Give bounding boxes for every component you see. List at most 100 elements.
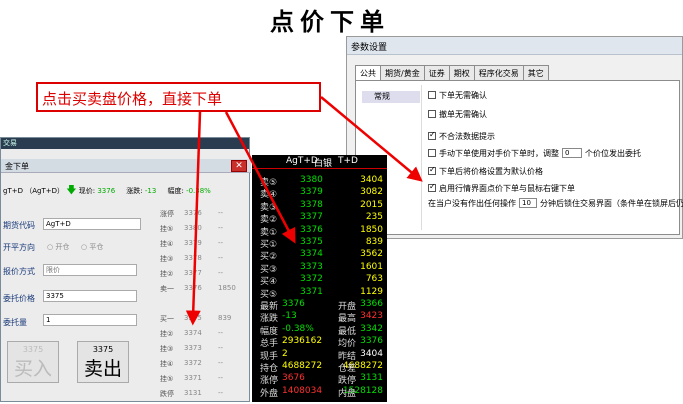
down-arrow-icon: 🡇 <box>66 185 77 196</box>
checkbox-set-default-price[interactable] <box>428 165 436 175</box>
order-book-cell: 挂⑤ <box>160 375 174 383</box>
quote-cell: 3376 <box>360 336 383 347</box>
order-book-row[interactable]: 挂④ 3379 -- <box>160 239 250 254</box>
order-book-row[interactable]: 卖一 3376 1850 <box>160 284 250 299</box>
quote-cell: 买⑤ <box>260 289 278 300</box>
option-counterparty-adjust[interactable]: 手动下单使用对手价下单时，调整 0 个价位发出委托 <box>428 147 641 159</box>
checkbox-counterparty-adjust[interactable] <box>428 149 436 157</box>
buy-button[interactable]: 3375 买入 <box>7 341 59 383</box>
quote-row[interactable]: 卖① 3376 1850 <box>252 224 387 238</box>
order-book-row[interactable]: 挂⑤ 3371 -- <box>160 374 250 389</box>
tab-options[interactable]: 期权 <box>448 65 475 80</box>
option-no-confirm-cancel[interactable]: 撤单无需确认 <box>428 108 487 120</box>
tab-other[interactable]: 其它 <box>522 65 549 80</box>
option-no-confirm-order[interactable]: 下单无需确认 <box>428 89 487 101</box>
order-book-row[interactable]: 买一 3375 839 <box>160 314 250 329</box>
quote-cell-label: 仓差 <box>338 364 357 374</box>
quote-cell: 2936162 <box>282 336 323 347</box>
quote-cell: 3376 <box>300 224 323 235</box>
direction-label: 开平方向 <box>3 243 35 252</box>
quote-row[interactable]: 买② 3374 3562 <box>252 249 387 262</box>
order-book-cell: -- <box>218 359 224 367</box>
tab-securities[interactable]: 证券 <box>423 65 450 80</box>
option-set-default-price[interactable]: 下单后将价格设置为默认价格 <box>428 165 543 177</box>
quote-row[interactable]: 卖② 3377 235 <box>252 212 387 225</box>
quote-row[interactable]: 卖⑤ 3380 3404 <box>252 175 387 188</box>
quote-panel: AgT+D 白银 T+D 卖⑤ 3380 3404 卖④ 3379 3082 卖③ 3378 2… <box>252 155 387 402</box>
tab-programmatic[interactable]: 程序化交易 <box>473 65 524 80</box>
order-book-cell: 3375 <box>184 314 202 322</box>
quote-cell-label: 昨结 <box>338 351 357 362</box>
quote-market: T+D <box>338 156 358 166</box>
order-book-row[interactable]: 挂④ 3372 -- <box>160 359 250 374</box>
quote-cell: 3377 <box>300 212 323 223</box>
quote-row[interactable]: 涨跌 -13 3423 最高 <box>252 311 387 325</box>
checkbox-invalid-data-hint[interactable] <box>428 130 436 140</box>
quote-cell: 1850 <box>360 224 383 235</box>
quote-cell: 3379 <box>300 187 323 198</box>
order-book-cell <box>218 299 248 314</box>
quote-row[interactable]: 持仓 4688272 4688272 仓差 <box>252 361 387 374</box>
order-book-cell: 3374 <box>184 329 202 337</box>
option-click-price-order[interactable]: 启用行情界面点价下单与鼠标右键下单 <box>428 182 575 194</box>
quote-cell: 涨跌 <box>260 314 279 325</box>
quote-cell: 3366 <box>360 299 383 309</box>
option-invalid-data-hint[interactable]: 不合法数据提示 <box>428 130 495 142</box>
checkbox-no-confirm-order[interactable] <box>428 91 436 99</box>
quote-row[interactable]: 买⑤ 3371 1129 <box>252 287 387 300</box>
quote-row[interactable]: 外盘 1408034 1528128 内盘 <box>252 386 387 399</box>
order-book-cell: 挂④ <box>160 360 174 368</box>
quote-cell-label: 均价 <box>338 339 357 350</box>
tab-public[interactable]: 公共 <box>355 65 381 81</box>
sell-label: 卖出 <box>83 358 122 380</box>
order-window-title: 金下单 <box>1 159 251 173</box>
order-book-cell: 3371 <box>184 374 202 382</box>
order-book-row[interactable] <box>160 299 250 314</box>
quote-row[interactable]: 现手 2 3404 昨结 <box>252 349 387 362</box>
quote-cell: 763 <box>365 274 383 285</box>
close-button[interactable]: ✕ <box>231 160 247 172</box>
sell-price: 3375 <box>92 345 114 354</box>
order-book-cell: -- <box>218 374 224 382</box>
direction-close-radio[interactable]: ○ 平仓 <box>81 242 103 252</box>
adjust-ticks-spinner[interactable]: 0 <box>562 148 582 158</box>
checkbox-click-price-order[interactable] <box>428 182 436 192</box>
close-label: 平仓 <box>89 243 104 251</box>
order-book-row[interactable]: 挂② 3374 -- <box>160 329 250 344</box>
quote-cell: 3374 <box>300 249 323 260</box>
qty-input[interactable]: 1 <box>43 314 137 326</box>
page-title: 点价下单 <box>270 7 390 36</box>
price-mode-select[interactable]: 限价 <box>43 264 137 276</box>
quote-row[interactable]: 最新 3376 3366 开盘 <box>252 299 387 312</box>
quote-header: AgT+D 白银 T+D <box>252 155 387 169</box>
sell-button[interactable]: 3375 卖出 <box>77 341 129 383</box>
quote-row[interactable]: 买④ 3372 763 <box>252 274 387 287</box>
quote-cell: 3404 <box>360 175 383 185</box>
quote-row[interactable]: 买③ 3373 1601 <box>252 262 387 275</box>
quote-cell-label: 最高 <box>338 314 357 325</box>
option-label: 启用行情界面点价下单与鼠标右键下单 <box>439 183 575 193</box>
order-book-row[interactable]: 挂③ 3373 -- <box>160 344 250 359</box>
code-select[interactable]: AgT+D <box>43 218 141 230</box>
order-book-cell <box>184 299 218 314</box>
order-book-row[interactable]: 挂② 3377 -- <box>160 269 250 284</box>
checkbox-no-confirm-cancel[interactable] <box>428 110 436 118</box>
quote-row[interactable]: 涨停 3676 3131 跌停 <box>252 373 387 386</box>
quote-row[interactable]: 总手 2936162 3376 均价 <box>252 336 387 350</box>
quote-name: 白银 <box>314 159 333 169</box>
quote-row[interactable]: 幅度 -0.38% 3342 最低 <box>252 324 387 337</box>
direction-open-radio[interactable]: ○ 开仓 <box>47 242 69 252</box>
idle-minutes-spinner[interactable]: 10 <box>519 198 537 208</box>
quote-cell: 3562 <box>360 249 383 260</box>
tab-futures-gold[interactable]: 期货/黄金 <box>380 65 425 80</box>
order-book-row[interactable]: 挂③ 3378 -- <box>160 254 250 269</box>
quote-row[interactable]: 买① 3375 839 <box>252 237 387 250</box>
tree-item-general[interactable]: 常规 <box>362 91 420 103</box>
order-book-row[interactable]: 挂⑤ 3380 -- <box>160 224 250 239</box>
range-label: 幅度: <box>167 187 184 195</box>
quote-row[interactable]: 卖③ 3378 2015 <box>252 200 387 213</box>
quote-cell: 3423 <box>360 311 383 322</box>
order-book-row[interactable]: 涨停 3376 -- <box>160 209 250 224</box>
order-price-input[interactable]: 3375 <box>43 290 137 302</box>
quote-row[interactable]: 卖④ 3379 3082 <box>252 187 387 200</box>
